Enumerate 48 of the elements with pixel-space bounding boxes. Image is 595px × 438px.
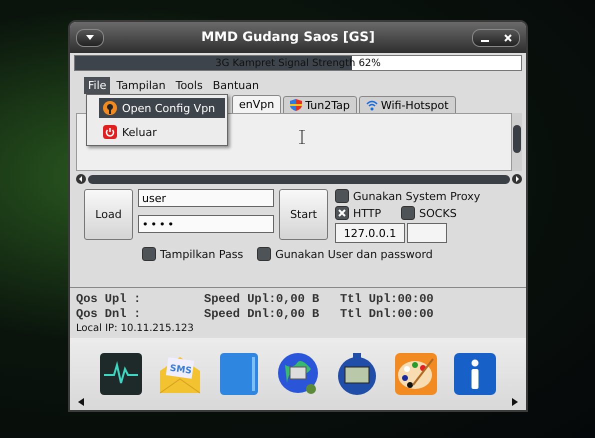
scroll-right-icon[interactable] (512, 174, 522, 184)
window-controls[interactable] (472, 28, 520, 46)
checkbox[interactable]: SOCKS (401, 206, 457, 220)
cross-mark-icon (338, 209, 346, 217)
start-button[interactable]: Start (279, 189, 328, 240)
menu-item[interactable]: Tampilan (112, 76, 170, 94)
username-field[interactable]: user (138, 189, 274, 207)
text-cursor-icon (299, 130, 305, 144)
proxy-port-field[interactable] (407, 223, 447, 243)
scroll-left-icon[interactable] (78, 398, 84, 406)
status-text: Qos Dnl : (76, 307, 142, 321)
heartbeat-monitor-icon[interactable] (98, 351, 144, 397)
close-icon[interactable] (504, 34, 512, 42)
menu-item[interactable]: Bantuan (208, 76, 263, 94)
paint-palette-icon[interactable] (393, 351, 439, 397)
globe-network-icon[interactable] (275, 351, 321, 397)
wifi-icon (366, 99, 378, 111)
scroll-right-icon[interactable] (512, 398, 518, 406)
status-text: Qos Upl : (76, 292, 142, 306)
status-text: Ttl Dnl:00:00 (340, 307, 435, 321)
window-menu-button[interactable] (76, 28, 104, 46)
checkbox[interactable]: Gunakan User dan password (257, 247, 433, 261)
checkbox[interactable]: Tampilkan Pass (142, 247, 244, 261)
keyhole-icon (103, 101, 117, 115)
status-text: Speed Upl:0,00 B (204, 292, 320, 306)
dropdown-item[interactable]: Open Config Vpn (99, 98, 225, 118)
power-icon (103, 125, 117, 139)
horizontal-scrollbar[interactable] (76, 173, 522, 185)
checkbox[interactable]: Gunakan System Proxy (335, 189, 480, 203)
status-text: Ttl Upl:00:00 (340, 292, 435, 306)
proxy-host-field[interactable]: 127.0.0.1 (335, 223, 405, 243)
load-button[interactable]: Load (84, 189, 133, 240)
password-field[interactable]: •••• (138, 215, 274, 233)
info-icon[interactable] (452, 351, 498, 397)
status-text: Speed Dnl:0,00 B (204, 307, 320, 321)
tab[interactable]: Tun2Tap (283, 96, 357, 113)
tab[interactable]: enVpn (232, 95, 282, 113)
vertical-scrollbar[interactable] (512, 113, 522, 171)
menu-item[interactable]: Tools (172, 76, 207, 94)
shield-icon (290, 99, 302, 111)
scroll-left-icon[interactable] (76, 174, 86, 184)
local-ip-text: Local IP: 10.11.215.123 (76, 323, 195, 334)
tab[interactable]: Wifi-Hotspot (358, 96, 456, 113)
menu-item[interactable]: File (84, 76, 110, 94)
checkbox[interactable]: HTTP (335, 206, 382, 220)
window-title: MMD Gudang Saos [GS] (201, 30, 375, 45)
caret-icon (86, 35, 94, 40)
dropdown-item[interactable]: Keluar (99, 122, 225, 142)
